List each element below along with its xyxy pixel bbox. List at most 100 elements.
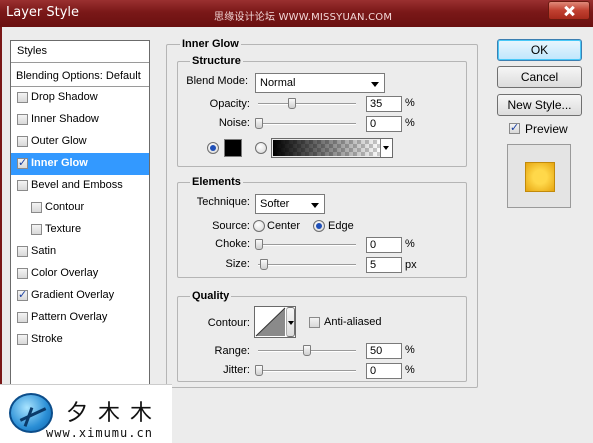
technique-label: Technique: <box>196 196 250 208</box>
range-slider-thumb[interactable] <box>303 345 311 356</box>
noise-unit: % <box>405 117 415 129</box>
window-frame-left <box>0 27 2 443</box>
satin-checkbox[interactable] <box>17 246 28 257</box>
new-style-button[interactable]: New Style... <box>497 94 582 116</box>
list-item-contour[interactable]: Contour <box>11 197 149 219</box>
gradient-radio[interactable] <box>255 142 267 154</box>
jitter-label: Jitter: <box>223 364 250 376</box>
list-item-label: Inner Glow <box>31 157 88 169</box>
contour-checkbox[interactable] <box>31 202 42 213</box>
contour-label: Contour: <box>207 317 250 329</box>
texture-checkbox[interactable] <box>31 224 42 235</box>
source-center-label[interactable]: Center <box>267 220 300 232</box>
glow-color-swatch[interactable] <box>224 139 242 157</box>
inner-glow-title: Inner Glow <box>180 38 241 50</box>
choke-slider-track[interactable] <box>258 244 356 246</box>
color-overlay-checkbox[interactable] <box>17 268 28 279</box>
chevron-down-icon[interactable] <box>380 139 392 157</box>
gradient-overlay-checkbox[interactable] <box>17 288 28 301</box>
cancel-button[interactable]: Cancel <box>497 66 582 88</box>
choke-slider-thumb[interactable] <box>255 239 263 250</box>
list-item-inner-glow[interactable]: Inner Glow <box>11 153 149 175</box>
range-input[interactable]: 50 <box>366 343 402 359</box>
list-item-label: Bevel and Emboss <box>31 179 123 191</box>
list-item-stroke[interactable]: Stroke <box>11 329 149 351</box>
preview-checkbox[interactable] <box>509 121 520 134</box>
jitter-slider-track[interactable] <box>258 370 356 372</box>
opacity-unit: % <box>405 97 415 109</box>
list-item-label: Satin <box>31 245 57 257</box>
choke-input[interactable]: 0 <box>366 237 402 253</box>
list-item-satin[interactable]: Satin <box>11 241 149 263</box>
source-edge-label[interactable]: Edge <box>328 220 354 232</box>
list-item-gradient-overlay[interactable]: Gradient Overlay <box>11 285 149 307</box>
list-item-label: Gradient Overlay <box>31 289 115 301</box>
elements-title: Elements <box>190 176 243 188</box>
size-slider-track[interactable] <box>258 264 356 266</box>
logo-url-text: www.ximumu.cn <box>46 426 153 440</box>
pattern-overlay-checkbox[interactable] <box>17 312 28 323</box>
bevel-and-emboss-checkbox[interactable] <box>17 180 28 191</box>
list-item-label: Stroke <box>31 333 63 345</box>
noise-slider-track[interactable] <box>258 123 356 125</box>
color-radio[interactable] <box>207 142 219 154</box>
list-item-outer-glow[interactable]: Outer Glow <box>11 131 149 153</box>
gradient-picker[interactable] <box>271 138 393 158</box>
jitter-unit: % <box>405 364 415 376</box>
outer-glow-checkbox[interactable] <box>17 136 28 147</box>
list-item-label: Texture <box>45 223 82 235</box>
preview-glow-square <box>525 162 555 192</box>
blending-options-item[interactable]: Blending Options: Default <box>11 65 149 87</box>
structure-title: Structure <box>190 55 243 67</box>
list-item-bevel-and-emboss[interactable]: Bevel and Emboss <box>11 175 149 197</box>
preview-label[interactable]: Preview <box>525 122 568 136</box>
list-item-drop-shadow[interactable]: Drop Shadow <box>11 87 149 109</box>
list-item-label: Inner Shadow <box>31 113 99 125</box>
choke-label: Choke: <box>215 238 250 250</box>
list-item-color-overlay[interactable]: Color Overlay <box>11 263 149 285</box>
range-unit: % <box>405 344 415 356</box>
inner-shadow-checkbox[interactable] <box>17 114 28 125</box>
size-unit: px <box>405 259 417 271</box>
styles-header[interactable]: Styles <box>11 41 149 63</box>
choke-unit: % <box>405 238 415 250</box>
inner-glow-checkbox[interactable] <box>17 156 28 169</box>
technique-dropdown[interactable]: Softer <box>255 194 325 214</box>
opacity-slider-thumb[interactable] <box>288 98 296 109</box>
stroke-checkbox[interactable] <box>17 334 28 345</box>
list-item-inner-shadow[interactable]: Inner Shadow <box>11 109 149 131</box>
list-item-pattern-overlay[interactable]: Pattern Overlay <box>11 307 149 329</box>
source-edge-radio[interactable] <box>313 220 325 232</box>
title-bar: Layer Style 思缘设计论坛 WWW.MISSYUAN.COM <box>0 0 593 27</box>
opacity-input[interactable]: 35 <box>366 96 402 112</box>
window-title: Layer Style <box>6 5 80 20</box>
opacity-slider-track[interactable] <box>258 103 356 105</box>
noise-input[interactable]: 0 <box>366 116 402 132</box>
chevron-down-icon[interactable] <box>286 307 295 337</box>
close-icon[interactable] <box>548 1 590 20</box>
list-item-label: Color Overlay <box>31 267 99 279</box>
list-item-label: Outer Glow <box>31 135 87 147</box>
size-slider-thumb[interactable] <box>260 259 268 270</box>
drop-shadow-checkbox[interactable] <box>17 92 28 103</box>
list-item-texture[interactable]: Texture <box>11 219 149 241</box>
blend-mode-dropdown[interactable]: Normal <box>255 73 385 93</box>
source-label: Source: <box>212 220 250 232</box>
contour-picker[interactable] <box>254 306 296 338</box>
watermark-text: 思缘设计论坛 WWW.MISSYUAN.COM <box>214 12 393 23</box>
size-input[interactable]: 5 <box>366 257 402 273</box>
anti-aliased-label[interactable]: Anti-aliased <box>324 316 381 328</box>
size-label: Size: <box>225 258 250 270</box>
chevron-down-icon <box>371 82 379 87</box>
anti-aliased-checkbox[interactable] <box>309 317 320 328</box>
chevron-down-icon <box>311 203 319 208</box>
noise-label: Noise: <box>218 117 250 129</box>
jitter-input[interactable]: 0 <box>366 363 402 379</box>
logo-chinese-text: 夕木木 <box>66 401 163 426</box>
range-label: Range: <box>214 345 250 357</box>
ok-button[interactable]: OK <box>497 39 582 61</box>
source-center-radio[interactable] <box>253 220 265 232</box>
noise-slider-thumb[interactable] <box>255 118 263 129</box>
jitter-slider-thumb[interactable] <box>255 365 263 376</box>
blend-mode-value: Normal <box>260 77 296 89</box>
